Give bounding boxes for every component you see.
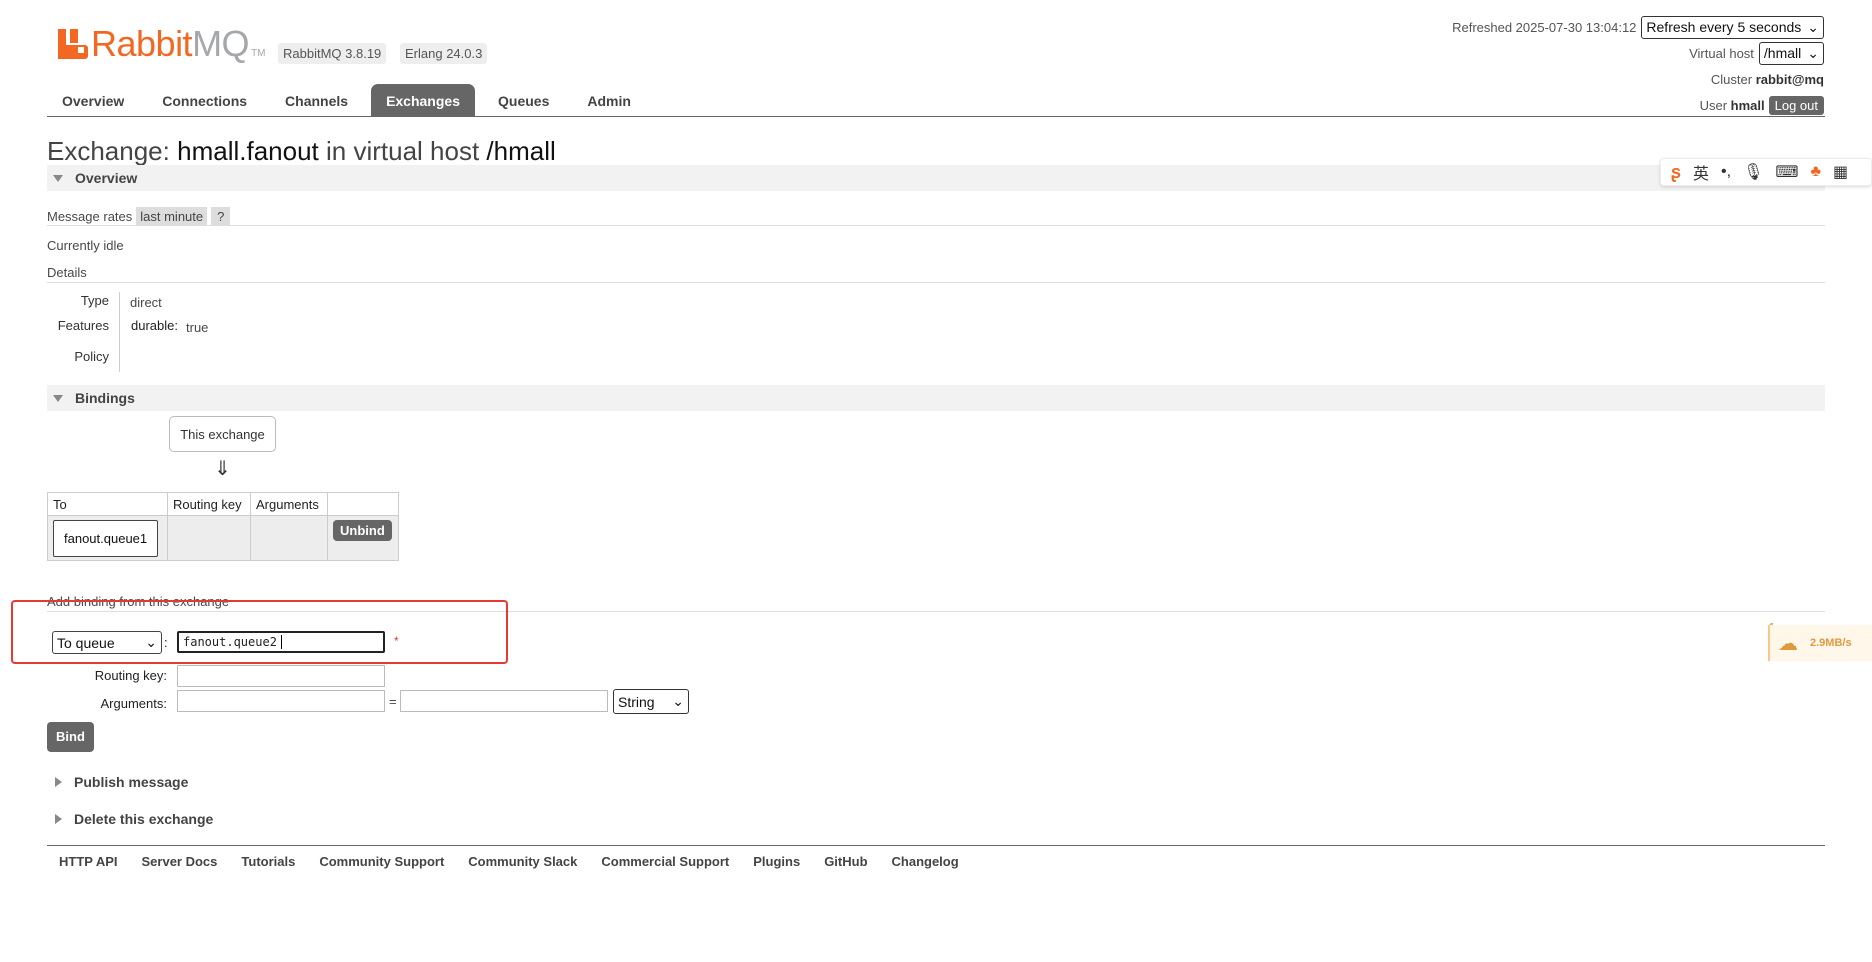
cloud-speed-text: 2.9MB/s (1810, 637, 1852, 649)
equals-sign: = (389, 694, 397, 709)
bindings-section-toggle[interactable]: Bindings (47, 385, 1825, 411)
tab-exchanges[interactable]: Exchanges (371, 84, 475, 116)
durable-value: true (186, 320, 209, 335)
cloud-speed-widget[interactable]: ☁ 2.9MB/s (1768, 625, 1872, 661)
tab-admin[interactable]: Admin (572, 84, 646, 116)
skin-icon[interactable]: ♣ (1810, 163, 1821, 181)
argument-type-select[interactable]: String ⌄ (613, 689, 689, 714)
footer-link-http-api[interactable]: HTTP API (59, 854, 118, 869)
divider (47, 225, 1825, 226)
tab-channels[interactable]: Channels (270, 84, 363, 116)
grid-menu-icon[interactable]: ▦ (1833, 162, 1848, 182)
col-to: To (47, 492, 168, 516)
tab-queues[interactable]: Queues (483, 84, 564, 116)
microphone-icon[interactable]: 🎙 (1743, 162, 1763, 182)
footer-link-community-support[interactable]: Community Support (319, 854, 444, 869)
policy-label: Policy (74, 349, 109, 364)
version-badge: RabbitMQ 3.8.19 (278, 43, 387, 64)
down-arrow-icon: ⇓ (214, 458, 231, 480)
chevron-down-icon: ⌄ (1807, 18, 1819, 35)
bind-button[interactable]: Bind (47, 722, 94, 752)
tab-overview[interactable]: Overview (47, 84, 139, 116)
bindings-section-title: Bindings (75, 390, 135, 406)
routing-key-input[interactable] (177, 665, 385, 687)
binding-routing-key (167, 515, 251, 561)
page-title: Exchange: hmall.fanout in virtual host /… (47, 136, 556, 166)
overview-section-toggle[interactable]: Overview (47, 165, 1825, 191)
publish-message-title: Publish message (74, 774, 189, 790)
col-routing-key: Routing key (167, 492, 251, 516)
expand-arrow-icon (55, 777, 62, 787)
col-actions (327, 492, 399, 516)
table-row: fanout.queue1 Unbind (47, 515, 399, 561)
logo-tm: TM (251, 48, 266, 59)
main-nav: Overview Connections Channels Exchanges … (47, 84, 1825, 117)
argument-key-input[interactable] (177, 690, 385, 712)
message-rates: Message rates last minute ? (47, 207, 231, 226)
details-divider (119, 292, 120, 372)
rabbitmq-logo[interactable]: RabbitMQ TM (58, 24, 266, 64)
keyboard-icon[interactable]: ⌨ (1775, 162, 1798, 182)
chevron-down-icon: ⌄ (672, 693, 684, 709)
footer-link-tutorials[interactable]: Tutorials (241, 854, 295, 869)
footer-link-server-docs[interactable]: Server Docs (142, 854, 218, 869)
cloud-upload-icon: ☁ (1778, 632, 1798, 655)
expand-arrow-icon (55, 814, 62, 824)
tab-connections[interactable]: Connections (147, 84, 262, 116)
logo-text: RabbitMQ (91, 23, 250, 64)
footer-link-community-slack[interactable]: Community Slack (468, 854, 577, 869)
status-text: Currently idle (47, 238, 124, 253)
collapse-arrow-icon (53, 394, 63, 402)
chevron-down-icon: ⌄ (1807, 44, 1819, 61)
help-button[interactable]: ? (211, 207, 231, 226)
erlang-badge: Erlang 24.0.3 (400, 43, 488, 64)
collapse-arrow-icon (53, 174, 63, 182)
bindings-table: To Routing key Arguments fanout.queue1 U… (47, 492, 399, 561)
punctuation-icon[interactable]: •, (1721, 163, 1731, 181)
routing-key-label: Routing key: (94, 668, 167, 683)
refresh-select[interactable]: Refresh every 5 seconds ⌄ (1641, 15, 1824, 39)
delete-exchange-title: Delete this exchange (74, 811, 214, 827)
refreshed-text: Refreshed 2025-07-30 13:04:12 (1452, 19, 1637, 35)
this-exchange-box: This exchange (169, 416, 276, 452)
message-rates-range[interactable]: last minute (136, 207, 208, 226)
details-label: Details (47, 265, 87, 280)
virtual-host-select[interactable]: /hmall ⌄ (1758, 41, 1824, 65)
footer-link-changelog[interactable]: Changelog (892, 854, 959, 869)
binding-queue-link[interactable]: fanout.queue1 (53, 519, 159, 557)
publish-message-toggle[interactable]: Publish message (55, 774, 188, 790)
overview-section-title: Overview (75, 170, 138, 186)
footer-links: HTTP API Server Docs Tutorials Community… (47, 845, 1825, 869)
argument-value-input[interactable] (400, 690, 608, 712)
message-rates-label: Message rates (47, 209, 133, 224)
arguments-label: Arguments: (100, 696, 167, 711)
durable-label: durable: (131, 318, 178, 333)
col-arguments: Arguments (250, 492, 328, 516)
footer-link-plugins[interactable]: Plugins (753, 854, 800, 869)
binding-arguments (250, 515, 328, 561)
features-label: Features (57, 318, 109, 333)
ime-language-toggle[interactable]: 英 (1693, 160, 1709, 184)
type-label: Type (80, 293, 109, 308)
table-header-row: To Routing key Arguments (47, 492, 399, 516)
rabbit-logo-icon (58, 29, 88, 59)
unbind-button[interactable]: Unbind (333, 520, 392, 541)
footer-link-github[interactable]: GitHub (824, 854, 867, 869)
footer-link-commercial-support[interactable]: Commercial Support (601, 854, 729, 869)
delete-exchange-toggle[interactable]: Delete this exchange (55, 811, 213, 827)
highlight-box (11, 600, 508, 664)
sogou-logo-icon[interactable]: ʂ (1671, 162, 1681, 183)
ime-toolbar: ʂ 英 •, 🎙 ⌨ ♣ ▦ (1660, 158, 1872, 186)
type-value: direct (130, 295, 162, 310)
divider (47, 282, 1825, 283)
virtual-host-label: Virtual host (1689, 45, 1754, 61)
